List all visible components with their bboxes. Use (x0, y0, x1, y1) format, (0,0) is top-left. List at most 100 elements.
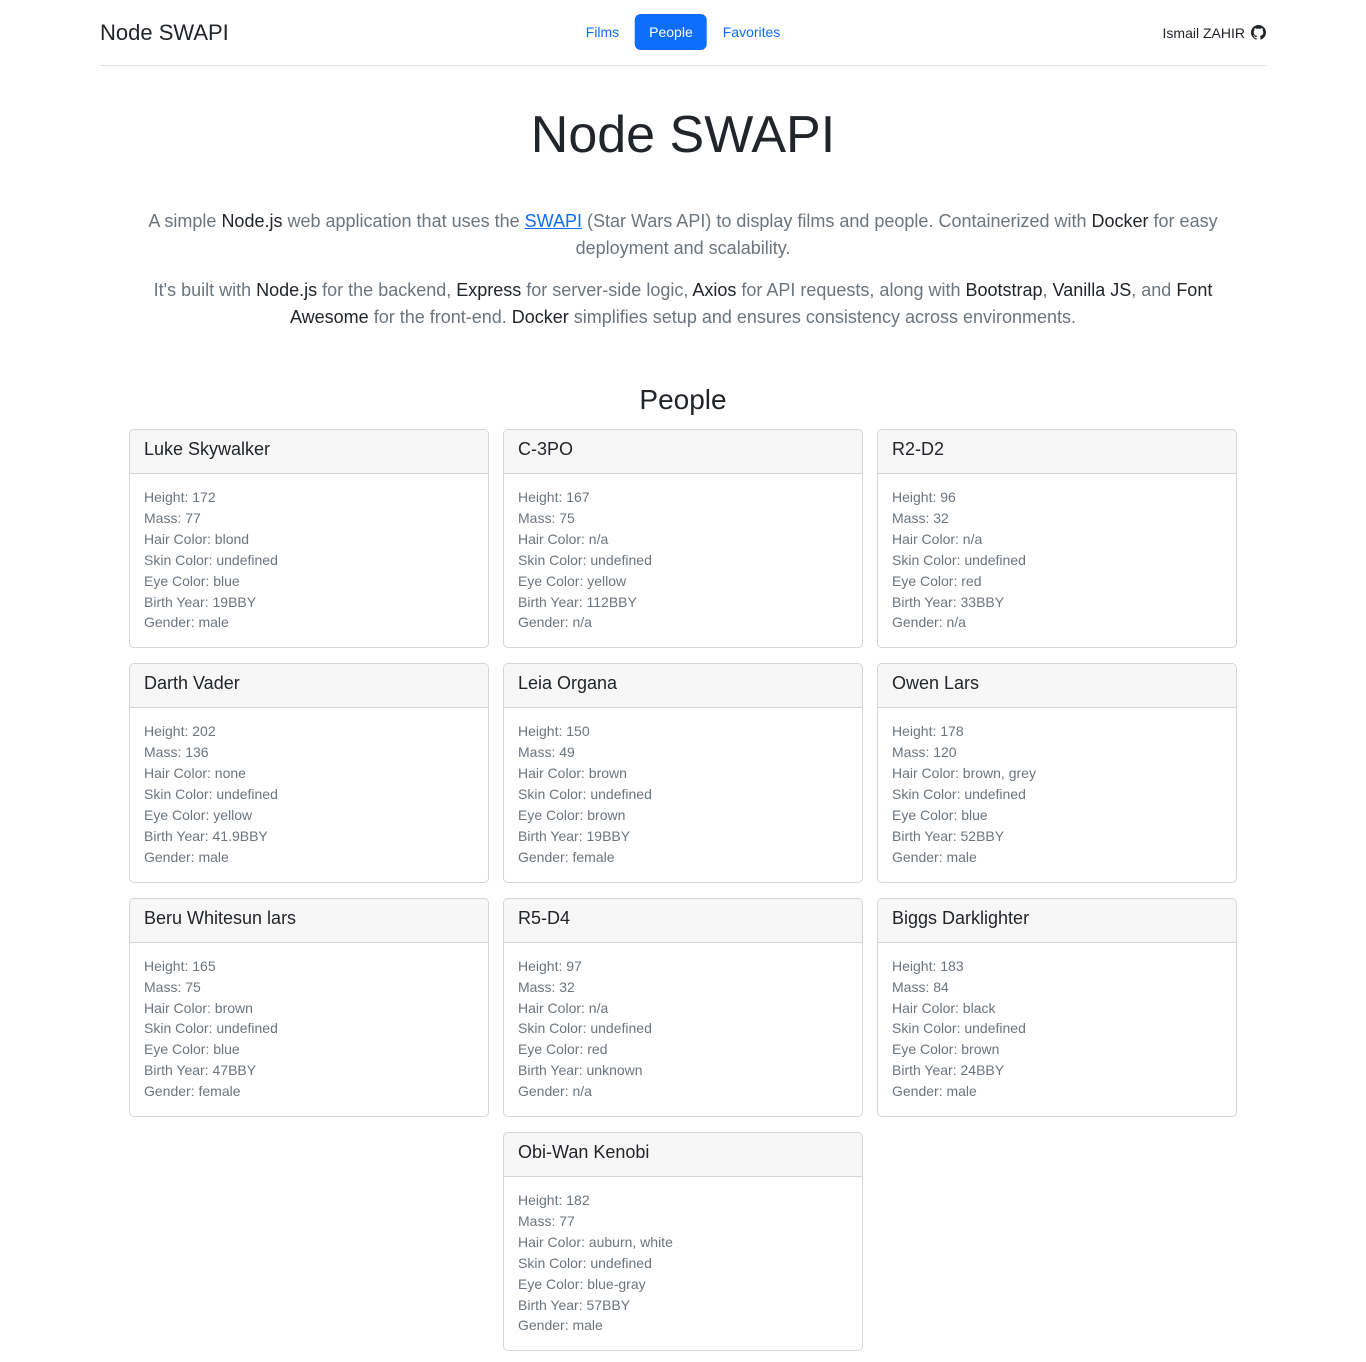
person-gender-row: Gender: female (518, 847, 848, 868)
person-height-row: Height: 172 (144, 487, 474, 508)
highlight-docker: Docker (511, 307, 569, 327)
field-label: Hair Color: (144, 765, 215, 782)
person-hair-row: Hair Color: n/a (518, 998, 848, 1019)
person-height-row: Height: 150 (518, 721, 848, 742)
person-details: Height: 150 Mass: 49 Hair Color: brown Skin… (504, 708, 862, 881)
field-label: Skin Color: (892, 551, 965, 568)
field-value: 167 (566, 489, 590, 505)
person-details: Height: 96 Mass: 32 Hair Color: n/a Skin Co… (878, 474, 1236, 647)
field-value: undefined (964, 1020, 1026, 1037)
field-label: Mass: (892, 978, 934, 995)
field-label: Gender: (892, 614, 947, 631)
field-label: Height: (892, 957, 941, 974)
highlight-docker: Docker (1091, 211, 1149, 231)
field-label: Skin Color: (144, 1020, 217, 1037)
person-birth-row: Birth Year: 19BBY (518, 826, 848, 847)
field-label: Skin Color: (518, 1254, 591, 1271)
highlight-express: Express (456, 280, 522, 300)
text-segment: , and (1131, 280, 1177, 300)
brand-link[interactable]: Node SWAPI (100, 20, 229, 46)
person-height-row: Height: 165 (144, 956, 474, 977)
author-link[interactable]: Ismail ZAHIR (1163, 25, 1266, 41)
person-birth-row: Birth Year: 57BBY (518, 1295, 848, 1316)
nav-people[interactable]: People (635, 14, 707, 50)
field-value: 57BBY (586, 1296, 631, 1313)
field-value: unknown (586, 1062, 643, 1079)
highlight-nodejs: Node.js (221, 211, 283, 231)
person-gender-row: Gender: male (144, 612, 474, 633)
person-name: Leia Organa (504, 664, 862, 709)
text-segment: web application that uses the (282, 211, 525, 231)
field-value: 202 (192, 723, 216, 740)
swapi-link[interactable]: SWAPI (525, 211, 582, 231)
field-label: Birth Year: (144, 593, 213, 610)
person-birth-row: Birth Year: 112BBY (518, 592, 848, 613)
field-label: Gender: (892, 848, 947, 865)
person-mass-row: Mass: 32 (892, 508, 1222, 529)
field-value: n/a (588, 530, 609, 547)
person-height-row: Height: 182 (518, 1190, 848, 1211)
field-label: Height: (144, 489, 193, 505)
person-mass-row: Mass: 120 (892, 742, 1222, 763)
field-value: brown (588, 765, 627, 782)
person-skin-row: Skin Color: undefined (518, 550, 848, 571)
field-value: red (961, 572, 982, 589)
field-label: Mass: (892, 744, 934, 761)
field-value: 84 (933, 978, 949, 995)
field-value: 52BBY (960, 827, 1005, 844)
field-label: Mass: (144, 744, 186, 761)
field-value: 32 (559, 978, 575, 995)
field-label: Eye Color: (518, 806, 588, 823)
text-segment: simplifies setup and ensures consistency… (568, 307, 1077, 327)
person-card: Darth Vader Height: 202 Mass: 136 Hair Colo… (129, 663, 489, 883)
field-label: Hair Color: (144, 999, 215, 1016)
person-birth-row: Birth Year: 47BBY (144, 1060, 474, 1081)
field-label: Birth Year: (144, 827, 213, 844)
person-height-row: Height: 167 (518, 487, 848, 508)
field-value: 24BBY (960, 1062, 1005, 1079)
person-name: Owen Lars (878, 664, 1236, 709)
nav-favorites[interactable]: Favorites (709, 14, 795, 50)
person-name: R5-D4 (504, 898, 862, 943)
field-label: Skin Color: (892, 1020, 965, 1037)
field-value: brown, grey (962, 765, 1036, 782)
field-value: female (198, 1083, 241, 1100)
nav-films[interactable]: Films (572, 14, 633, 50)
field-value: n/a (946, 614, 966, 631)
field-label: Eye Color: (518, 572, 588, 589)
field-label: Mass: (518, 1212, 560, 1229)
field-label: Skin Color: (892, 786, 965, 803)
person-hair-row: Hair Color: black (892, 998, 1222, 1019)
person-height-row: Height: 96 (892, 487, 1222, 508)
field-value: female (572, 848, 615, 865)
author-name: Ismail ZAHIR (1162, 24, 1245, 41)
field-value: 112BBY (586, 593, 637, 610)
person-eye-row: Eye Color: red (892, 571, 1222, 592)
field-value: 41.9BBY (212, 827, 268, 844)
person-mass-row: Mass: 75 (144, 977, 474, 998)
field-value: brown (587, 806, 626, 823)
person-birth-row: Birth Year: 52BBY (892, 826, 1222, 847)
field-label: Height: (144, 723, 193, 740)
field-label: Eye Color: (144, 806, 214, 823)
field-label: Height: (518, 1192, 567, 1209)
field-value: 19BBY (586, 827, 631, 844)
person-birth-row: Birth Year: unknown (518, 1060, 848, 1081)
field-value: 33BBY (960, 593, 1005, 610)
person-gender-row: Gender: male (892, 847, 1222, 868)
person-details: Height: 165 Mass: 75 Hair Color: brown Skin… (130, 943, 488, 1116)
person-birth-row: Birth Year: 19BBY (144, 592, 474, 613)
text-segment: It's built with (153, 280, 257, 300)
person-name: R2-D2 (878, 430, 1236, 474)
person-gender-row: Gender: n/a (892, 612, 1222, 633)
person-mass-row: Mass: 75 (518, 508, 848, 529)
person-mass-row: Mass: 136 (144, 742, 474, 763)
highlight-vanilla-js: Vanilla JS (1052, 280, 1132, 300)
person-eye-row: Eye Color: brown (892, 1039, 1222, 1060)
person-birth-row: Birth Year: 24BBY (892, 1060, 1222, 1081)
field-label: Mass: (144, 978, 186, 995)
person-height-row: Height: 202 (144, 721, 474, 742)
field-value: male (198, 614, 229, 631)
intro-paragraph-2: It's built with Node.js for the backend,… (113, 277, 1253, 331)
field-value: blue (961, 806, 988, 823)
